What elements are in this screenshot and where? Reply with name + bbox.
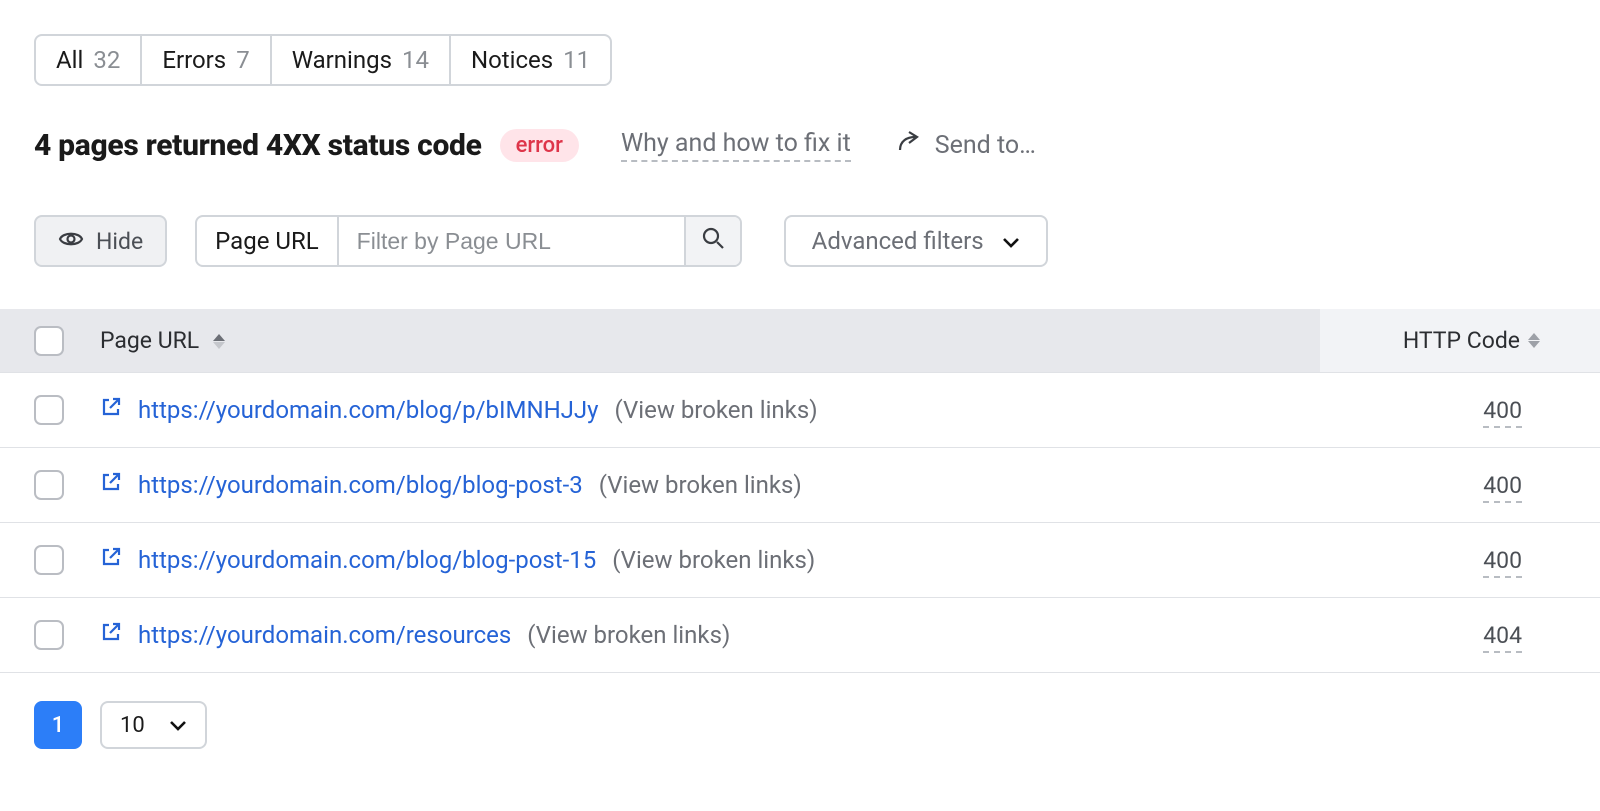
table-row: https://yourdomain.com/resources (View br… bbox=[0, 597, 1600, 672]
filter-field-label[interactable]: Page URL bbox=[197, 217, 339, 265]
results-table: Page URL HTTP Code https://yourdomain.co… bbox=[0, 309, 1600, 673]
tab-count: 32 bbox=[93, 46, 120, 74]
controls-row: Hide Page URL Advanced filters bbox=[0, 215, 1600, 267]
tab-count: 11 bbox=[563, 46, 590, 74]
page-size-selector[interactable]: 10 bbox=[100, 701, 207, 749]
external-link-icon[interactable] bbox=[100, 471, 122, 499]
filter-input[interactable] bbox=[339, 217, 684, 265]
send-to-menu[interactable]: Send to… bbox=[897, 131, 1036, 160]
column-label: HTTP Code bbox=[1403, 327, 1520, 354]
column-header-url[interactable]: Page URL bbox=[100, 309, 1320, 372]
headline-row: 4 pages returned 4XX status code error W… bbox=[0, 128, 1600, 163]
http-code: 404 bbox=[1483, 622, 1522, 653]
page-number-label: 1 bbox=[52, 713, 65, 738]
help-link[interactable]: Why and how to fix it bbox=[621, 129, 851, 162]
row-checkbox[interactable] bbox=[34, 470, 64, 500]
external-link-icon[interactable] bbox=[100, 396, 122, 424]
tab-label: Warnings bbox=[292, 46, 392, 74]
tab-warnings[interactable]: Warnings 14 bbox=[272, 36, 451, 84]
view-broken-links-link[interactable]: (View broken links) bbox=[599, 471, 802, 499]
share-arrow-icon bbox=[897, 131, 923, 160]
row-checkbox[interactable] bbox=[34, 620, 64, 650]
tab-count: 14 bbox=[402, 46, 429, 74]
view-broken-links-link[interactable]: (View broken links) bbox=[612, 546, 815, 574]
column-label: Page URL bbox=[100, 327, 199, 354]
tab-notices[interactable]: Notices 11 bbox=[451, 36, 610, 84]
tab-label: Errors bbox=[162, 46, 226, 74]
chevron-down-icon bbox=[1002, 227, 1020, 255]
tab-all[interactable]: All 32 bbox=[36, 36, 142, 84]
page-title: 4 pages returned 4XX status code bbox=[34, 128, 482, 163]
column-header-code[interactable]: HTTP Code bbox=[1320, 309, 1600, 372]
page-size-label: 10 bbox=[120, 713, 145, 738]
chevron-down-icon bbox=[169, 713, 187, 738]
table-row: https://yourdomain.com/blog/blog-post-3 (… bbox=[0, 447, 1600, 522]
filter-search-button[interactable] bbox=[684, 217, 740, 265]
hide-label: Hide bbox=[96, 228, 143, 255]
advanced-filters-button[interactable]: Advanced filters bbox=[784, 215, 1048, 267]
table-row: https://yourdomain.com/blog/blog-post-15… bbox=[0, 522, 1600, 597]
send-to-label: Send to… bbox=[935, 131, 1036, 160]
eye-icon bbox=[58, 228, 84, 255]
table-header-row: Page URL HTTP Code bbox=[0, 309, 1600, 372]
sort-icon bbox=[213, 334, 225, 349]
page-number[interactable]: 1 bbox=[34, 701, 82, 749]
tab-label: All bbox=[56, 46, 83, 74]
page-url-link[interactable]: https://yourdomain.com/blog/p/bIMNHJJy bbox=[138, 396, 599, 424]
page-url-link[interactable]: https://yourdomain.com/blog/blog-post-3 bbox=[138, 471, 583, 499]
issue-type-tabs: All 32 Errors 7 Warnings 14 Notices 11 bbox=[34, 34, 612, 86]
url-filter-group: Page URL bbox=[195, 215, 742, 267]
http-code: 400 bbox=[1483, 547, 1522, 578]
view-broken-links-link[interactable]: (View broken links) bbox=[527, 621, 730, 649]
sort-icon bbox=[1528, 333, 1540, 348]
tab-errors[interactable]: Errors 7 bbox=[142, 36, 271, 84]
hide-button[interactable]: Hide bbox=[34, 215, 167, 267]
severity-badge: error bbox=[500, 129, 579, 162]
pagination-bar: 1 10 bbox=[0, 673, 1600, 777]
external-link-icon[interactable] bbox=[100, 621, 122, 649]
table-row: https://yourdomain.com/blog/p/bIMNHJJy (V… bbox=[0, 372, 1600, 447]
http-code: 400 bbox=[1483, 397, 1522, 428]
http-code: 400 bbox=[1483, 472, 1522, 503]
select-all-checkbox[interactable] bbox=[34, 326, 64, 356]
tab-count: 7 bbox=[236, 46, 250, 74]
row-checkbox[interactable] bbox=[34, 395, 64, 425]
tab-label: Notices bbox=[471, 46, 553, 74]
search-icon bbox=[702, 227, 724, 255]
page-url-link[interactable]: https://yourdomain.com/resources bbox=[138, 621, 511, 649]
row-checkbox[interactable] bbox=[34, 545, 64, 575]
external-link-icon[interactable] bbox=[100, 546, 122, 574]
advanced-filters-label: Advanced filters bbox=[812, 227, 984, 255]
view-broken-links-link[interactable]: (View broken links) bbox=[615, 396, 818, 424]
page-url-link[interactable]: https://yourdomain.com/blog/blog-post-15 bbox=[138, 546, 596, 574]
